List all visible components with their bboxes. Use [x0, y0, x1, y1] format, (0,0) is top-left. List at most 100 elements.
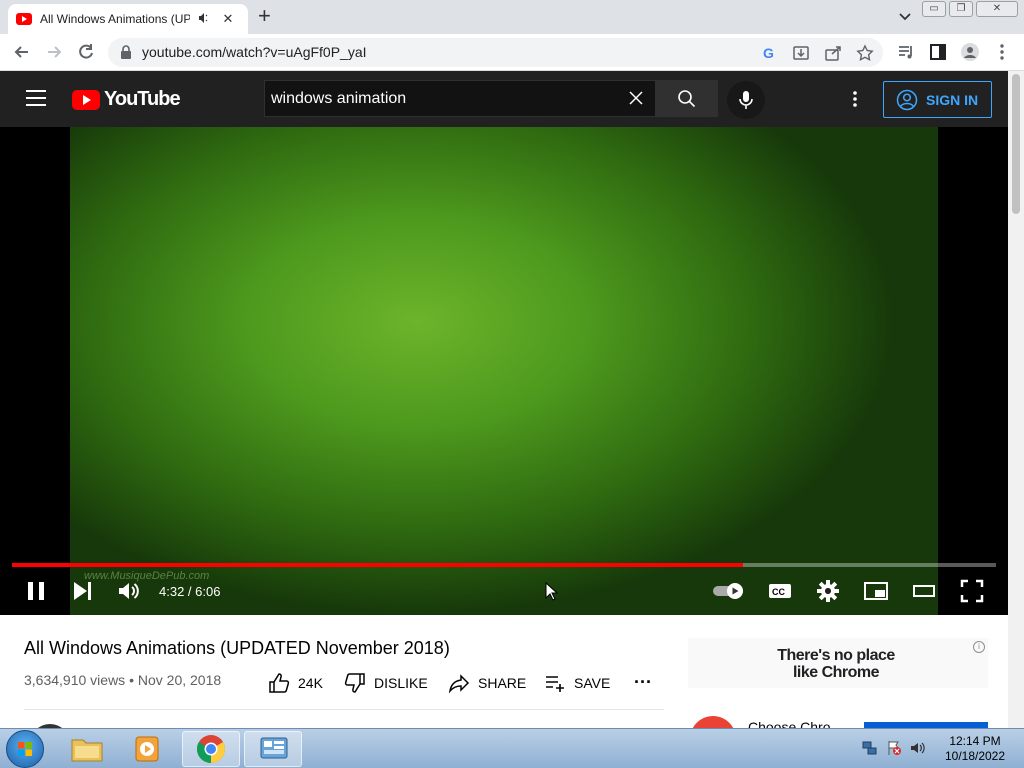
pause-icon[interactable] [24, 579, 48, 603]
control-panel-icon [260, 737, 288, 759]
media-control-icon[interactable] [896, 42, 916, 62]
video-title: All Windows Animations (UPDATED November… [24, 638, 450, 658]
view-count: 3,634,910 views [24, 672, 126, 688]
search-query-text[interactable]: windows animation [271, 90, 406, 108]
progress-bar-played [12, 563, 744, 567]
ad-headline-line1: There's no place [777, 647, 895, 664]
progress-bar[interactable] [12, 563, 996, 567]
video-meta: 3,634,910 views • Nov 20, 2018 [24, 672, 221, 688]
start-button[interactable] [6, 730, 44, 768]
sign-in-button[interactable]: SIGN IN [883, 81, 992, 118]
system-clock[interactable]: 12:14 PM 10/18/2022 [940, 734, 1010, 764]
remote-app-taskbar-button[interactable] [244, 731, 302, 767]
sign-in-label: SIGN IN [926, 91, 979, 108]
scrollbar-thumb[interactable] [1012, 74, 1020, 214]
miniplayer-icon[interactable] [863, 579, 889, 603]
mouse-cursor-icon [545, 582, 559, 601]
folder-icon [71, 739, 103, 762]
windows-taskbar: 12:14 PM 10/18/2022 [0, 728, 1024, 768]
media-player-taskbar-button[interactable] [118, 731, 176, 767]
theater-mode-icon[interactable] [912, 579, 936, 603]
ad-headline-line2: like Chrome [792, 664, 880, 681]
divider [24, 709, 664, 710]
save-button[interactable]: SAVE [544, 672, 610, 694]
sidebar-ad-banner[interactable]: There's no place like Chrome i [688, 638, 988, 688]
meta-separator: • [129, 672, 138, 688]
new-tab-button[interactable]: + [258, 5, 271, 27]
like-button[interactable]: 24K [268, 672, 323, 694]
settings-more-icon[interactable] [846, 89, 864, 109]
share-button[interactable]: SHARE [448, 672, 526, 694]
windows-logo-icon [18, 742, 32, 756]
playlist-add-icon [546, 676, 564, 692]
settings-gear-icon[interactable] [816, 579, 840, 603]
side-panel-icon[interactable] [928, 42, 948, 62]
like-count: 24K [298, 675, 323, 691]
tab-search-chevron-icon[interactable] [896, 7, 914, 25]
clock-time: 12:14 PM [949, 734, 1001, 748]
address-bar[interactable]: youtube.com/watch?v=uAgFf0P_yaI G [108, 38, 883, 67]
clear-search-icon[interactable] [627, 89, 645, 107]
search-input[interactable]: windows animation [264, 80, 656, 117]
fullscreen-icon[interactable] [960, 579, 984, 603]
autoplay-toggle[interactable] [711, 579, 747, 603]
share-label: SHARE [478, 675, 527, 691]
chrome-icon [197, 735, 225, 763]
reload-icon[interactable] [76, 42, 96, 62]
profile-avatar-icon[interactable] [960, 42, 980, 62]
subtitles-cc-icon[interactable]: CC [768, 579, 792, 603]
minimize-button[interactable]: ▭ [922, 1, 946, 17]
network-icon[interactable] [862, 740, 878, 756]
dislike-button[interactable]: DISLIKE [344, 672, 428, 694]
menu-hamburger-icon[interactable] [26, 90, 46, 106]
back-arrow-icon[interactable] [12, 42, 32, 62]
chrome-menu-icon[interactable] [992, 42, 1012, 62]
upload-date: Nov 20, 2018 [137, 672, 222, 688]
browser-tab-strip: All Windows Animations (UP ✕ + ▭ ❐ ✕ [0, 0, 1024, 34]
thumbs-up-icon [269, 673, 290, 693]
speaker-volume-icon[interactable] [910, 740, 926, 756]
close-window-button[interactable]: ✕ [976, 1, 1018, 17]
youtube-play-logo-icon [72, 89, 100, 110]
search-button[interactable] [656, 80, 718, 117]
save-label: SAVE [574, 675, 611, 691]
chrome-taskbar-button[interactable] [182, 731, 240, 767]
share-arrow-icon [448, 674, 470, 694]
youtube-logo[interactable]: YouTube [72, 88, 181, 111]
youtube-favicon-icon [16, 13, 32, 25]
tab-close-icon[interactable]: ✕ [220, 11, 236, 27]
lock-icon[interactable] [120, 45, 132, 59]
more-actions-button[interactable]: ··· [634, 672, 652, 693]
video-watermark: www.MusiqueDePub.com [84, 570, 210, 582]
search-icon [678, 90, 696, 108]
forward-arrow-icon[interactable] [44, 42, 64, 62]
ad-info-icon[interactable]: i [973, 641, 985, 653]
restore-button[interactable]: ❐ [949, 1, 973, 17]
share-page-icon[interactable] [824, 44, 842, 62]
svg-text:G: G [763, 45, 774, 61]
browser-tab[interactable]: All Windows Animations (UP ✕ [8, 4, 248, 34]
video-frame[interactable] [70, 127, 938, 615]
next-video-icon[interactable] [70, 579, 94, 603]
install-app-icon[interactable] [792, 44, 810, 62]
dislike-label: DISLIKE [374, 675, 428, 691]
microphone-icon [739, 91, 753, 109]
page-scrollbar[interactable] [1008, 71, 1024, 728]
video-player[interactable]: www.MusiqueDePub.com 4:32 / 6:06 CC [0, 127, 1008, 615]
window-controls: ▭ ❐ ✕ [922, 1, 1018, 17]
google-translate-icon[interactable]: G [760, 44, 778, 62]
youtube-header: YouTube windows animation SIGN IN [0, 71, 1008, 127]
tab-audio-icon[interactable] [198, 12, 212, 27]
ad-headline: There's no place like Chrome [776, 647, 896, 681]
account-circle-icon [896, 89, 918, 110]
voice-search-button[interactable] [727, 81, 765, 119]
action-center-flag-icon[interactable] [886, 740, 902, 756]
youtube-logo-text: YouTube [104, 88, 181, 110]
file-explorer-taskbar-button[interactable] [58, 731, 116, 767]
media-player-icon [135, 736, 159, 762]
url-text[interactable]: youtube.com/watch?v=uAgFf0P_yaI [142, 44, 367, 60]
thumbs-down-icon [344, 673, 365, 693]
browser-toolbar: youtube.com/watch?v=uAgFf0P_yaI G [0, 34, 1024, 71]
volume-icon[interactable] [117, 579, 141, 603]
bookmark-star-icon[interactable] [856, 44, 874, 62]
